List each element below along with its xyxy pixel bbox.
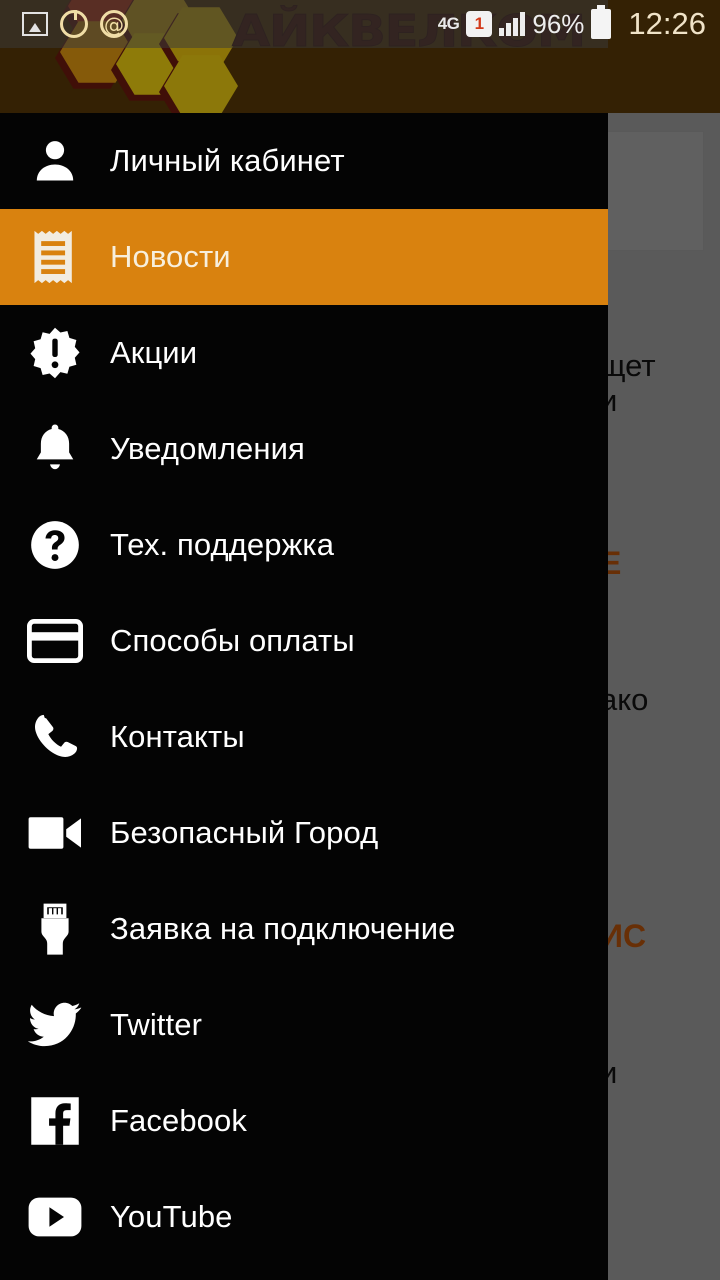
sync-icon — [60, 10, 88, 38]
drawer-item-label: Twitter — [110, 1007, 202, 1042]
drawer-item-contacts[interactable]: Контакты — [0, 689, 608, 785]
drawer-item-label: YouTube — [110, 1199, 233, 1234]
status-bar: @ 4G 1 96% 12:26 — [0, 0, 720, 48]
bell-icon — [0, 401, 110, 497]
drawer-item-label: Новости — [110, 239, 231, 274]
drawer-item-connection-request[interactable]: Заявка на подключение — [0, 881, 608, 977]
drawer-item-facebook[interactable]: Facebook — [0, 1073, 608, 1169]
status-bar-left-icons: @ — [0, 10, 128, 38]
drawer-item-label: Facebook — [110, 1103, 247, 1138]
video-camera-icon — [0, 785, 110, 881]
drawer-item-twitter[interactable]: Twitter — [0, 977, 608, 1073]
drawer-item-tech-support[interactable]: Тех. поддержка — [0, 497, 608, 593]
ethernet-plug-icon — [0, 881, 110, 977]
youtube-icon — [0, 1169, 110, 1265]
person-icon — [0, 113, 110, 209]
app-screen: АЙКВЕЛКОМ щет и Е ако ИС и Личный кабине… — [0, 0, 720, 1280]
drawer-item-news[interactable]: Новости — [0, 209, 608, 305]
drawer-item-notifications[interactable]: Уведомления — [0, 401, 608, 497]
drawer-item-label: Способы оплаты — [110, 623, 355, 658]
navigation-drawer: Личный кабинет Новости Акции Уведомления… — [0, 113, 608, 1280]
drawer-item-label: Контакты — [110, 719, 245, 754]
network-type-label: 4G — [437, 14, 460, 33]
drawer-item-youtube[interactable]: YouTube — [0, 1169, 608, 1265]
clock-label: 12:26 — [628, 6, 706, 41]
at-icon: @ — [100, 10, 128, 38]
promo-alert-icon — [0, 305, 110, 401]
drawer-item-payment-methods[interactable]: Способы оплаты — [0, 593, 608, 689]
drawer-item-label: Личный кабинет — [110, 143, 345, 178]
twitter-icon — [0, 977, 110, 1073]
question-circle-icon — [0, 497, 110, 593]
phone-icon — [0, 689, 110, 785]
battery-icon — [591, 5, 612, 39]
drawer-item-safe-city[interactable]: Безопасный Город — [0, 785, 608, 881]
picture-icon — [22, 12, 48, 36]
facebook-icon — [0, 1073, 110, 1169]
drawer-item-promotions[interactable]: Акции — [0, 305, 608, 401]
credit-card-icon — [0, 593, 110, 689]
drawer-item-label: Акции — [110, 335, 198, 370]
drawer-item-label: Безопасный Город — [110, 815, 379, 850]
drawer-item-label: Заявка на подключение — [110, 911, 456, 946]
news-receipt-icon — [0, 209, 110, 305]
signal-bars-icon — [499, 12, 526, 36]
drawer-item-personal-account[interactable]: Личный кабинет — [0, 113, 608, 209]
drawer-item-label: Уведомления — [110, 431, 305, 466]
status-bar-right-icons: 4G 1 96% 12:26 — [437, 5, 720, 42]
notification-badge: 1 — [466, 11, 493, 37]
battery-percent-label: 96% — [532, 8, 585, 39]
drawer-item-label: Тех. поддержка — [110, 527, 335, 562]
